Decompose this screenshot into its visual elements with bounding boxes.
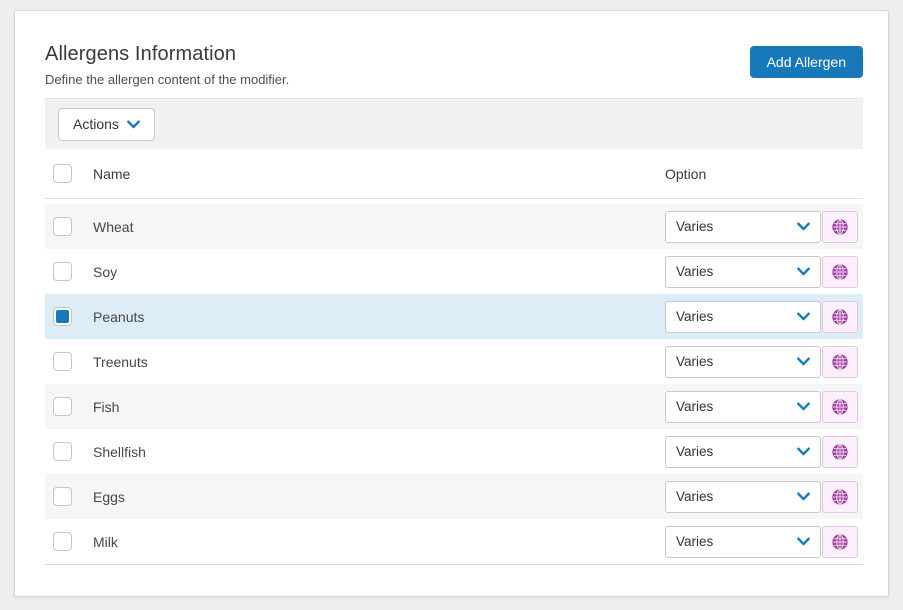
- globe-icon: [831, 218, 849, 236]
- globe-button[interactable]: [822, 301, 858, 333]
- row-checkbox[interactable]: [53, 307, 72, 326]
- globe-icon: [831, 398, 849, 416]
- row-checkbox[interactable]: [53, 442, 72, 461]
- option-select[interactable]: Varies: [665, 256, 821, 288]
- card-header: Allergens Information Define the allerge…: [45, 42, 863, 87]
- chevron-down-icon: [797, 222, 810, 231]
- table-header-row: Name Option: [45, 149, 863, 199]
- globe-icon: [831, 353, 849, 371]
- row-checkbox[interactable]: [53, 487, 72, 506]
- allergens-table: Name Option Wheat Varies: [45, 149, 863, 565]
- add-allergen-button[interactable]: Add Allergen: [750, 46, 863, 78]
- table-row-shellfish: Shellfish Varies: [45, 429, 863, 474]
- option-select-value: Varies: [676, 354, 713, 369]
- table-row-treenuts: Treenuts Varies: [45, 339, 863, 384]
- option-select-value: Varies: [676, 264, 713, 279]
- globe-icon: [831, 488, 849, 506]
- table-row-eggs: Eggs Varies: [45, 474, 863, 519]
- row-checkbox[interactable]: [53, 217, 72, 236]
- globe-button[interactable]: [822, 481, 858, 513]
- actions-dropdown-button[interactable]: Actions: [58, 108, 155, 141]
- allergen-name: Wheat: [93, 219, 665, 235]
- table-row-wheat: Wheat Varies: [45, 204, 863, 249]
- actions-label: Actions: [73, 116, 119, 132]
- allergens-card: Allergens Information Define the allerge…: [14, 10, 889, 597]
- table-row-peanuts: Peanuts Varies: [45, 294, 863, 339]
- option-select[interactable]: Varies: [665, 301, 821, 333]
- chevron-down-icon: [797, 357, 810, 366]
- allergen-name: Shellfish: [93, 444, 665, 460]
- chevron-down-icon: [797, 267, 810, 276]
- page-title: Allergens Information: [45, 42, 289, 66]
- option-select[interactable]: Varies: [665, 211, 821, 243]
- chevron-down-icon: [797, 537, 810, 546]
- row-checkbox[interactable]: [53, 352, 72, 371]
- chevron-down-icon: [127, 120, 140, 129]
- globe-button[interactable]: [822, 391, 858, 423]
- globe-icon: [831, 308, 849, 326]
- globe-button[interactable]: [822, 211, 858, 243]
- row-checkbox[interactable]: [53, 262, 72, 281]
- table-row-soy: Soy Varies: [45, 249, 863, 294]
- allergen-name: Fish: [93, 399, 665, 415]
- globe-icon: [831, 533, 849, 551]
- select-all-checkbox[interactable]: [53, 164, 72, 183]
- globe-button[interactable]: [822, 526, 858, 558]
- option-select[interactable]: Varies: [665, 346, 821, 378]
- chevron-down-icon: [797, 402, 810, 411]
- chevron-down-icon: [797, 447, 810, 456]
- allergen-name: Soy: [93, 264, 665, 280]
- heading: Allergens Information Define the allerge…: [45, 42, 289, 87]
- chevron-down-icon: [797, 312, 810, 321]
- option-select-value: Varies: [676, 444, 713, 459]
- column-header-name: Name: [93, 166, 665, 182]
- table-row-fish: Fish Varies: [45, 384, 863, 429]
- option-select[interactable]: Varies: [665, 391, 821, 423]
- option-select-value: Varies: [676, 219, 713, 234]
- page-subtitle: Define the allergen content of the modif…: [45, 72, 289, 87]
- globe-button[interactable]: [822, 346, 858, 378]
- actions-toolbar: Actions: [45, 98, 863, 149]
- option-select[interactable]: Varies: [665, 481, 821, 513]
- table-row-milk: Milk Varies: [45, 519, 863, 564]
- globe-icon: [831, 263, 849, 281]
- allergen-name: Treenuts: [93, 354, 665, 370]
- table-body: Wheat Varies Soy Varies: [45, 204, 863, 565]
- allergen-name: Milk: [93, 534, 665, 550]
- row-checkbox[interactable]: [53, 532, 72, 551]
- row-checkbox[interactable]: [53, 397, 72, 416]
- chevron-down-icon: [797, 492, 810, 501]
- option-select-value: Varies: [676, 309, 713, 324]
- column-header-option: Option: [665, 166, 863, 182]
- globe-button[interactable]: [822, 436, 858, 468]
- allergen-name: Peanuts: [93, 309, 665, 325]
- option-select-value: Varies: [676, 534, 713, 549]
- allergen-name: Eggs: [93, 489, 665, 505]
- option-select-value: Varies: [676, 399, 713, 414]
- option-select-value: Varies: [676, 489, 713, 504]
- globe-icon: [831, 443, 849, 461]
- header-checkbox-cell: [45, 164, 93, 183]
- globe-button[interactable]: [822, 256, 858, 288]
- option-select[interactable]: Varies: [665, 436, 821, 468]
- option-select[interactable]: Varies: [665, 526, 821, 558]
